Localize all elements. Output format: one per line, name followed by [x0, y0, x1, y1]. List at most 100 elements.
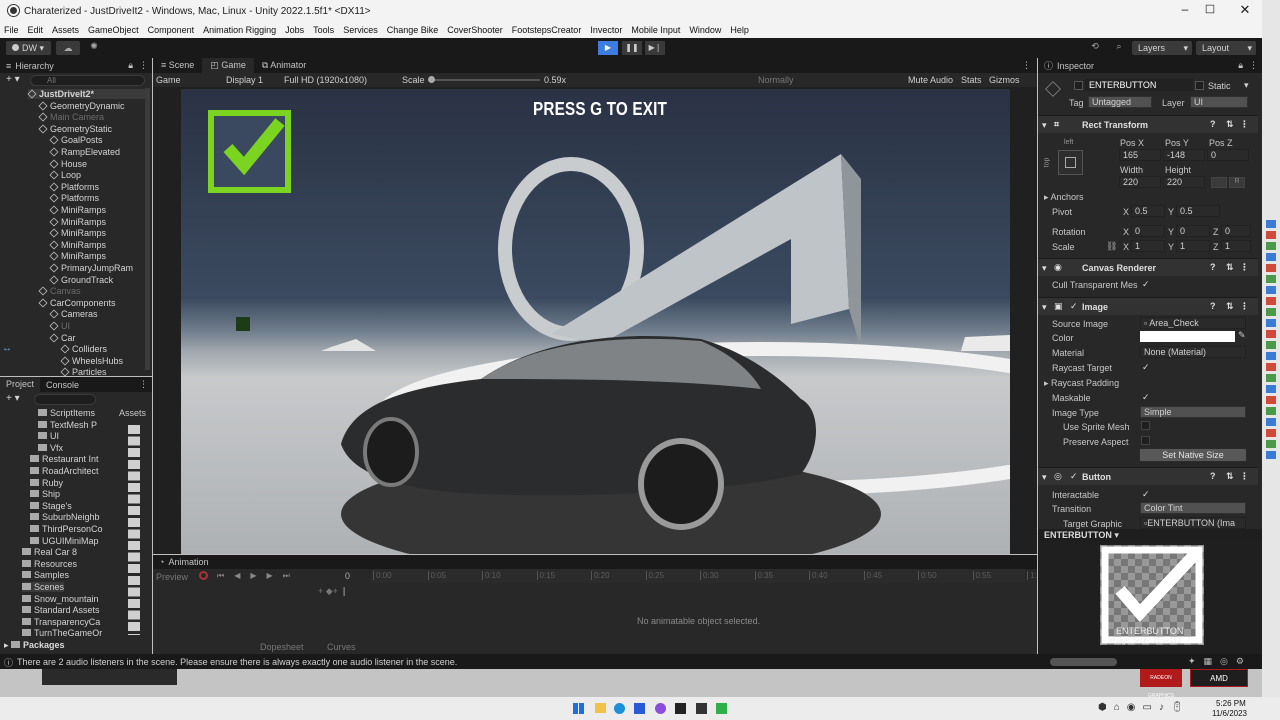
search-icon[interactable]: ⌕ [1112, 41, 1126, 55]
project-folder[interactable]: TurnTheGameOr [22, 628, 102, 638]
more-icon[interactable]: ⋮ [139, 60, 148, 71]
browser-icon[interactable] [655, 703, 666, 714]
green-app-icon[interactable] [716, 703, 727, 714]
hierarchy-item[interactable]: MiniRamps [49, 205, 106, 215]
timeline-ruler[interactable]: 0:00 0:05 0:10 0:15 0:20 0:25 0:30 0:35 0:40 0:45… [371, 569, 1037, 583]
hierarchy-item[interactable]: PrimaryJumpRam [49, 263, 133, 273]
pause-button[interactable]: ❚❚ [622, 41, 642, 55]
posz-field[interactable]: 0 [1207, 149, 1249, 161]
hierarchy-item[interactable]: GroundTrack [49, 275, 113, 285]
project-folder[interactable]: Samples [22, 570, 69, 580]
rect-transform-header[interactable]: ▾ ⌗ Rect Transform? ⇅ ⋮ [1038, 115, 1258, 133]
hierarchy-item[interactable]: GoalPosts [49, 135, 103, 145]
settings-icon[interactable]: ⇅ [1226, 119, 1234, 130]
menu-item-footstepscreator[interactable]: FootstepsCreator [512, 25, 582, 35]
hierarchy-search-input[interactable]: All [30, 75, 145, 86]
image-header[interactable]: ▾ ▣ ✓ Image? ⇅ ⋮ [1038, 297, 1258, 315]
menu-item-file[interactable]: File [4, 25, 19, 35]
menu-item-help[interactable]: Help [730, 25, 749, 35]
menu-item-jobs[interactable]: Jobs [285, 25, 304, 35]
hierarchy-item[interactable]: Colliders [60, 344, 107, 354]
more-icon[interactable]: ⋮ [1240, 301, 1249, 312]
hierarchy-scrollbar[interactable] [145, 88, 150, 370]
menu-item-services[interactable]: Services [343, 25, 378, 35]
project-folder[interactable]: Ship [30, 489, 60, 499]
frame-field[interactable]: 0 [345, 571, 350, 581]
eyedropper-icon[interactable]: ✎ [1238, 330, 1246, 341]
status-message[interactable]: There are 2 audio listeners in the scene… [17, 657, 457, 667]
lock-icon[interactable]: 🔒︎ [128, 60, 133, 71]
hierarchy-item[interactable]: WheelsHubs [60, 356, 123, 366]
display-dropdown[interactable]: Display 1 [226, 75, 263, 85]
raw-edit-button[interactable]: R [1229, 177, 1245, 188]
settings-icon[interactable]: ⇅ [1226, 262, 1234, 273]
hierarchy-item[interactable]: UI [49, 321, 70, 331]
tab-project[interactable]: Project [0, 377, 41, 392]
cloud-button[interactable]: ☁ [56, 41, 80, 55]
more-icon[interactable]: ⋮ [1240, 119, 1249, 130]
app-icons[interactable] [1266, 220, 1276, 460]
more-icon[interactable]: ⋮ [139, 379, 148, 390]
assets-breadcrumb[interactable]: Assets [119, 408, 146, 418]
game-viewport[interactable]: PRESS G TO EXIT [181, 89, 1010, 554]
menu-item-edit[interactable]: Edit [28, 25, 44, 35]
hierarchy-item[interactable]: Main Camera [38, 112, 104, 122]
transition-dropdown[interactable]: Color Tint [1140, 502, 1246, 514]
help-icon[interactable]: ? [1210, 471, 1216, 481]
resize-handle-icon[interactable]: ↔ [2, 343, 12, 354]
hierarchy-item[interactable]: Platforms [49, 182, 99, 192]
pivot-x-field[interactable]: 0.5 [1131, 205, 1165, 217]
play-mode-dropdown[interactable]: Normally [758, 75, 794, 85]
clock-date[interactable]: 11/6/2023 [1212, 709, 1247, 718]
sc-x-field[interactable]: 1 [1131, 240, 1165, 252]
keyframe-tools[interactable]: + ◆+ ❙ [318, 586, 348, 597]
tab-scene[interactable]: ≡ Scene [153, 58, 202, 73]
project-add-button[interactable]: + ▾ [6, 393, 20, 404]
project-search-input[interactable] [34, 394, 96, 405]
preview-button[interactable]: Preview [156, 572, 188, 582]
menu-item-gameobject[interactable]: GameObject [88, 25, 139, 35]
hierarchy-item[interactable]: MiniRamps [49, 217, 106, 227]
edge-icon[interactable] [614, 703, 625, 714]
collab-icon[interactable]: ✺ [87, 41, 101, 55]
pivot-y-field[interactable]: 0.5 [1176, 205, 1220, 217]
more-icon[interactable]: ⋮ [1249, 60, 1258, 71]
preserve-aspect-checkbox[interactable] [1141, 436, 1150, 445]
project-folder[interactable]: Real Car 8 [22, 547, 77, 557]
width-field[interactable]: 220 [1119, 176, 1161, 188]
unity-hub-icon[interactable] [696, 703, 707, 714]
anchor-preset-button[interactable] [1058, 150, 1083, 175]
project-folder[interactable]: UI [38, 431, 59, 441]
preview-header[interactable]: ENTERBUTTON ▾ [1038, 529, 1262, 542]
hierarchy-item[interactable]: Loop [49, 170, 81, 180]
source-image-field[interactable]: ▫ Area_Check [1140, 317, 1246, 329]
resolution-dropdown[interactable]: Full HD (1920x1080) [284, 75, 367, 85]
hierarchy-item[interactable]: Platforms [49, 193, 99, 203]
interactable-checkbox[interactable]: ✓ [1142, 490, 1151, 499]
inspector-tab[interactable]: ⓘ Inspector 🔒︎ ⋮ [1038, 58, 1262, 73]
layout-dropdown[interactable]: Layout ▾ [1196, 41, 1256, 55]
static-checkbox[interactable] [1195, 81, 1204, 90]
more-icon[interactable]: ⋮ [1240, 471, 1249, 482]
project-folder[interactable]: Restaurant Int [30, 454, 99, 464]
layers-dropdown[interactable]: Layers ▾ [1132, 41, 1192, 55]
play-button[interactable]: ▶ [598, 41, 618, 55]
help-icon[interactable]: ? [1210, 119, 1216, 129]
raycast-target-checkbox[interactable]: ✓ [1142, 363, 1151, 372]
image-type-dropdown[interactable]: Simple [1140, 406, 1246, 418]
project-folder[interactable]: ThirdPersonCo [30, 524, 103, 534]
unity-taskbar-icon[interactable] [675, 703, 686, 714]
image-enabled-checkbox[interactable]: ✓ [1070, 301, 1078, 312]
hierarchy-add-button[interactable]: + ▾ [6, 74, 20, 85]
blueprint-button[interactable] [1211, 177, 1227, 188]
hierarchy-item[interactable]: CarComponents [38, 298, 116, 308]
hierarchy-item[interactable]: House [49, 159, 87, 169]
layer-dropdown[interactable]: UI [1190, 96, 1248, 108]
menu-item-component[interactable]: Component [148, 25, 195, 35]
stats-toggle[interactable]: Stats [961, 75, 982, 85]
canvas-renderer-header[interactable]: ▾ ◉ Canvas Renderer? ⇅ ⋮ [1038, 258, 1258, 276]
static-dropdown[interactable]: ▾ [1244, 80, 1249, 91]
maximize-button[interactable] [1205, 4, 1215, 14]
menu-item-mobile-input[interactable]: Mobile Input [631, 25, 680, 35]
record-button[interactable] [199, 571, 208, 580]
